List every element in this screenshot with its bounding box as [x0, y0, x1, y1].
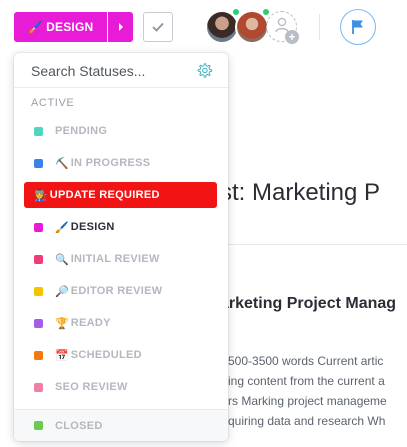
status-option-closed[interactable]: CLOSED	[14, 409, 228, 441]
status-option-label: IN PROGRESS	[70, 157, 151, 169]
status-option-editor-review[interactable]: 🔎 EDITOR REVIEW	[24, 278, 217, 304]
paintbrush-icon: 🖌️	[55, 221, 69, 234]
document-heading: arketing Project Manag	[220, 295, 397, 312]
status-option-seo-review[interactable]: SEO REVIEW	[24, 374, 217, 400]
magnifier-right-icon: 🔎	[55, 285, 69, 298]
status-dropdown: ACTIVE PENDING ⛏️ IN PROGRESS 🧑‍🏭 UPDATE…	[14, 53, 228, 441]
status-color-swatch	[34, 318, 43, 328]
status-color-swatch	[34, 421, 43, 430]
status-option-label: PENDING	[55, 125, 108, 137]
status-option-label: READY	[70, 317, 111, 329]
status-search-row	[14, 53, 228, 87]
status-search-input[interactable]	[31, 61, 201, 81]
status-option-label: DESIGN	[70, 221, 115, 233]
status-option-label: CLOSED	[55, 419, 103, 432]
document-text-line: ing content from the current a	[228, 374, 385, 388]
status-option-design[interactable]: 🖌️ DESIGN	[24, 214, 217, 240]
next-status-button[interactable]	[108, 12, 133, 42]
flag-button[interactable]	[340, 9, 376, 45]
document-text-line: 500-3500 words Current artic	[228, 354, 384, 368]
task-toolbar: 🖌️ DESIGN +	[0, 0, 407, 58]
status-option-label: UPDATE REQUIRED	[49, 189, 160, 201]
document-text-line: quiring data and research Wh	[228, 414, 386, 428]
status-color-swatch	[34, 350, 43, 360]
status-option-label: EDITOR REVIEW	[70, 285, 163, 297]
document-divider	[228, 244, 407, 245]
plus-icon: +	[285, 30, 299, 44]
flag-icon	[352, 20, 363, 34]
chevron-right-icon	[118, 23, 123, 31]
add-assignee-button[interactable]: +	[266, 11, 299, 44]
status-option-label: SCHEDULED	[70, 349, 142, 361]
worker-icon: 🧑‍🏭	[34, 189, 48, 202]
status-color-swatch	[34, 286, 43, 296]
trophy-icon: 🏆	[55, 317, 69, 330]
magnifier-icon: 🔍	[55, 253, 69, 266]
pick-icon: ⛏️	[55, 157, 69, 170]
search-divider	[14, 87, 228, 88]
status-option-initial-review[interactable]: 🔍 INITIAL REVIEW	[24, 246, 217, 272]
status-color-swatch	[34, 254, 43, 264]
status-color-swatch	[34, 158, 43, 168]
status-option-update-required[interactable]: 🧑‍🏭 UPDATE REQUIRED	[24, 182, 217, 208]
status-color-swatch	[34, 382, 43, 392]
toolbar-divider	[319, 14, 320, 40]
status-option-pending[interactable]: PENDING	[24, 118, 217, 144]
status-option-in-progress[interactable]: ⛏️ IN PROGRESS	[24, 150, 217, 176]
online-indicator	[262, 8, 270, 16]
status-button[interactable]: 🖌️ DESIGN	[14, 12, 107, 42]
status-color-swatch	[34, 222, 43, 232]
status-option-ready[interactable]: 🏆 READY	[24, 310, 217, 336]
status-emoji: 🖌️	[28, 20, 44, 34]
status-label: DESIGN	[46, 20, 94, 34]
document-text-line: rs Marking project manageme	[228, 394, 387, 408]
status-option-label: INITIAL REVIEW	[70, 253, 160, 265]
status-option-scheduled[interactable]: 📅 SCHEDULED	[24, 342, 217, 368]
document-title: st: Marketing P	[220, 179, 381, 206]
section-label-active: ACTIVE	[31, 97, 75, 109]
check-icon	[152, 22, 164, 32]
complete-task-button[interactable]	[143, 12, 173, 42]
status-option-label: SEO REVIEW	[55, 381, 128, 393]
calendar-icon: 📅	[55, 349, 69, 362]
gear-icon[interactable]	[196, 62, 213, 79]
status-color-swatch	[34, 126, 43, 136]
